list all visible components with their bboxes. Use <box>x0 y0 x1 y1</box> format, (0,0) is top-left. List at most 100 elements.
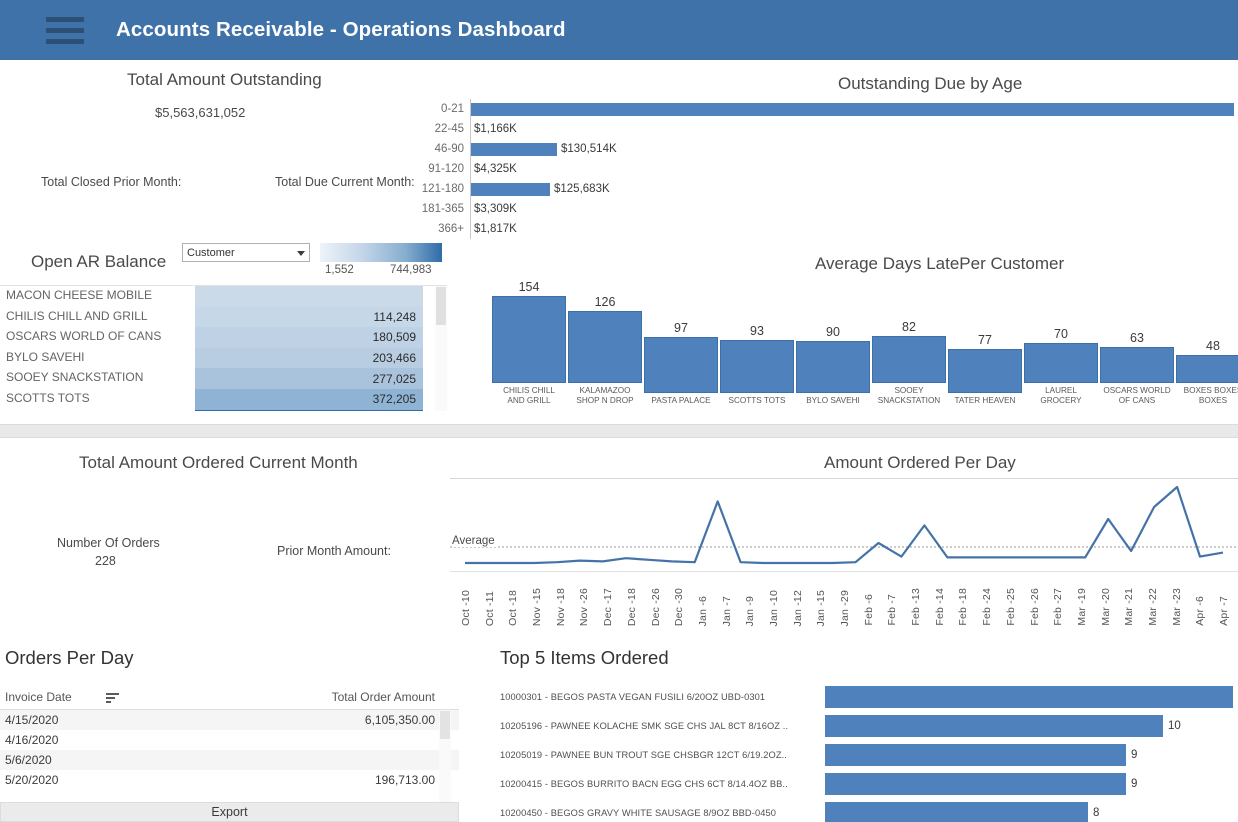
top5-item-bar[interactable] <box>825 772 1126 795</box>
x-axis-tick: Dec -17 <box>602 587 615 626</box>
customer-dropdown-value: Customer <box>187 246 235 259</box>
bar-value-label: 82 <box>902 320 916 334</box>
total-order-amount-cell: 196,713.00 <box>374 773 435 787</box>
avg-days-late-bar[interactable] <box>568 311 642 383</box>
avg-days-late-column: 90 BYLO SAVEHI <box>796 280 870 405</box>
age-bar[interactable] <box>470 142 557 156</box>
hamburger-icon[interactable] <box>46 16 84 44</box>
avg-days-late-bar[interactable] <box>1176 355 1238 383</box>
item-value-label: 9 <box>1131 777 1138 790</box>
ar-table-scrollbar[interactable] <box>435 286 447 411</box>
top5-item-bar[interactable] <box>825 801 1088 822</box>
avg-days-late-bar[interactable] <box>1024 343 1098 383</box>
outstanding-age-title: Outstanding Due by Age <box>838 74 1023 93</box>
avg-days-late-column: 97 PASTA PALACE <box>644 280 718 405</box>
table-row[interactable]: MACON CHEESE MOBILE <box>0 286 447 307</box>
column-header-total-order-amount[interactable]: Total Order Amount <box>332 690 435 704</box>
balance-value: 277,025 <box>195 368 423 389</box>
top5-item-row: 10000301 - BEGOS PASTA VEGAN FUSILI 6/20… <box>500 682 1238 711</box>
x-axis-tick: Nov -15 <box>531 587 544 626</box>
age-axis-line <box>470 99 471 119</box>
bar-value-label: 97 <box>674 320 688 335</box>
sort-icon[interactable] <box>106 693 119 703</box>
outstanding-age-chart: 0-21 22-45 $1,166K 46-90 $130,514K 91-120 $4,3… <box>422 99 1238 239</box>
page-title: Accounts Receivable - Operations Dashboa… <box>116 18 566 41</box>
age-bar[interactable] <box>470 182 550 196</box>
bar-category-label: BOXES BOXES BOXES <box>1183 386 1238 405</box>
table-row[interactable]: 5/20/2020 196,713.00 <box>0 770 459 790</box>
x-axis-tick: Mar -22 <box>1146 588 1159 626</box>
x-axis-tick: Mar -19 <box>1075 588 1088 626</box>
age-bar-row: 22-45 $1,166K <box>435 119 1238 139</box>
balance-value: 180,509 <box>195 327 423 348</box>
total-order-amount-cell: 6,105,350.00 <box>364 713 435 727</box>
avg-days-late-bar[interactable] <box>720 339 794 393</box>
item-label: 10205196 - PAWNEE KOLACHE SMK SGE CHS JA… <box>500 720 789 731</box>
age-axis-line <box>470 199 471 219</box>
avg-days-late-bar[interactable] <box>1100 347 1174 383</box>
table-row[interactable]: 4/16/2020 <box>0 730 459 750</box>
bar-value-label: 126 <box>594 295 616 309</box>
bar-category-label: SOOEY SNACKSTATION <box>877 386 941 405</box>
x-axis-tick: Feb -6 <box>862 594 875 626</box>
x-axis-tick: Jan -6 <box>696 595 709 626</box>
item-label: 10200450 - BEGOS GRAVY WHITE SAUSAGE 8/9… <box>500 807 777 818</box>
avg-days-late-bar[interactable] <box>644 336 718 393</box>
age-bar[interactable] <box>470 102 1234 116</box>
table-row[interactable]: BYLO SAVEHI 203,466 <box>0 347 447 369</box>
export-button[interactable]: Export <box>0 802 459 822</box>
x-axis-line <box>450 571 1238 572</box>
bar-value-label: 77 <box>978 332 992 347</box>
top5-item-bar[interactable] <box>825 714 1163 737</box>
avg-days-late-bar[interactable] <box>796 340 870 393</box>
avg-days-late-column: 93 SCOTTS TOTS <box>720 280 794 405</box>
average-annotation: Average <box>452 535 497 547</box>
x-axis-tick: Jan -29 <box>839 589 851 626</box>
avg-days-late-bar[interactable] <box>948 348 1022 393</box>
number-of-orders-label: Number Of Orders <box>57 536 160 550</box>
item-value-label: 10 <box>1168 719 1181 732</box>
line-plot-area <box>450 479 1238 571</box>
x-axis-tick: Mar -23 <box>1170 588 1183 626</box>
customer-name: CHILIS CHILL AND GRILL <box>6 308 148 323</box>
age-category-label: 181-365 <box>421 203 464 215</box>
x-axis-tick: Mar -20 <box>1099 588 1112 626</box>
invoice-date-cell: 4/16/2020 <box>5 733 59 747</box>
table-row[interactable]: 5/6/2020 <box>0 750 459 770</box>
line-chart-svg <box>450 485 1238 565</box>
top5-item-bar[interactable] <box>825 685 1233 708</box>
x-axis-tick: Feb -7 <box>886 594 899 626</box>
x-axis-tick: Feb -14 <box>933 588 946 626</box>
orders-table-scroll-thumb[interactable] <box>440 711 450 739</box>
bar-value-label: 90 <box>826 324 840 339</box>
table-row[interactable]: SCOTTS TOTS 372,205 <box>0 388 447 410</box>
section-divider <box>0 424 1238 438</box>
table-row[interactable]: PASTA PALACE744,983 <box>0 409 447 411</box>
table-row[interactable]: CHILIS CHILL AND GRILL 114,248 <box>0 306 447 328</box>
x-axis-tick: Nov -18 <box>554 587 567 626</box>
avg-days-late-bar[interactable] <box>872 336 946 383</box>
x-axis-tick: Apr -6 <box>1194 596 1207 626</box>
open-ar-table[interactable]: MACON CHEESE MOBILE CHILIS CHILL AND GRIL… <box>0 285 447 411</box>
orders-per-day-rows[interactable]: 4/15/2020 6,105,350.00 4/16/2020 5/6/2020 5/… <box>0 710 459 802</box>
x-axis-tick: Feb -25 <box>1004 588 1017 626</box>
amount-ordered-per-day-chart: Average Oct -10 Oct -11 Oct -18 Nov -15 Nov … <box>450 478 1238 628</box>
x-axis-tick: Jan -7 <box>720 595 733 626</box>
age-value-label: $4,325K <box>474 163 517 175</box>
item-label: 10200415 - BEGOS BURRITO BACN EGG CHS 6C… <box>500 778 788 789</box>
bar-wrapper: 9 <box>825 772 1238 795</box>
column-header-invoice-date[interactable]: Invoice Date <box>5 690 72 704</box>
amount-ordered-per-day-title: Amount Ordered Per Day <box>824 453 1016 472</box>
ar-table-scroll-thumb[interactable] <box>436 287 446 325</box>
customer-dropdown[interactable]: Customer <box>182 243 310 262</box>
age-category-label: 121-180 <box>421 183 464 195</box>
table-row[interactable]: 4/15/2020 6,105,350.00 <box>0 710 459 730</box>
avg-days-late-bar[interactable] <box>492 296 566 383</box>
top5-item-bar[interactable] <box>825 743 1126 766</box>
bar-category-label: CHILIS CHILL AND GRILL <box>503 386 555 405</box>
bar-wrapper: 10 <box>825 714 1238 737</box>
table-row[interactable]: SOOEY SNACKSTATION 277,025 <box>0 368 447 389</box>
customer-name: SOOEY SNACKSTATION <box>6 370 144 385</box>
table-row[interactable]: OSCARS WORLD OF CANS 180,509 <box>0 327 447 348</box>
total-ordered-title: Total Amount Ordered Current Month <box>79 453 358 472</box>
